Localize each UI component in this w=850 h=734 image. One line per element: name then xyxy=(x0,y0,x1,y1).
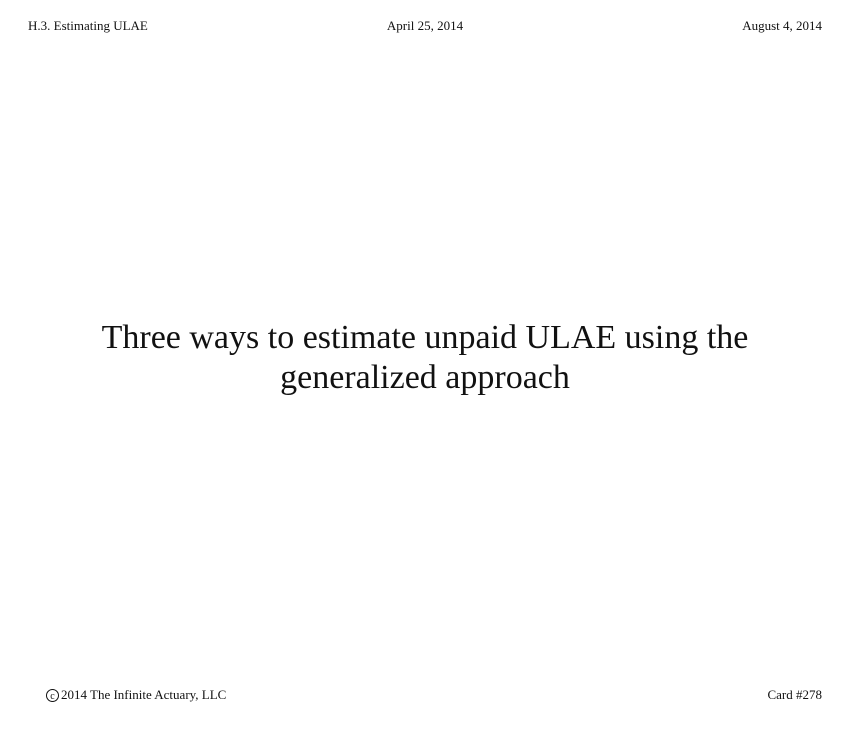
page-footer: c 2014 The Infinite Actuary, LLC Card #2… xyxy=(46,687,822,705)
card-question: Three ways to estimate unpaid ULAE using… xyxy=(101,319,749,396)
copyright-notice: c 2014 The Infinite Actuary, LLC xyxy=(46,687,226,703)
page-header: H.3. Estimating ULAE April 25, 2014 Augu… xyxy=(28,18,822,36)
updated-date: August 4, 2014 xyxy=(742,18,822,33)
copyright-text: 2014 The Infinite Actuary, LLC xyxy=(61,687,227,702)
created-date: April 25, 2014 xyxy=(386,18,464,33)
card-number: Card #278 xyxy=(767,687,822,702)
copyright-icon: c xyxy=(46,688,59,702)
section-title: H.3. Estimating ULAE xyxy=(28,18,148,33)
